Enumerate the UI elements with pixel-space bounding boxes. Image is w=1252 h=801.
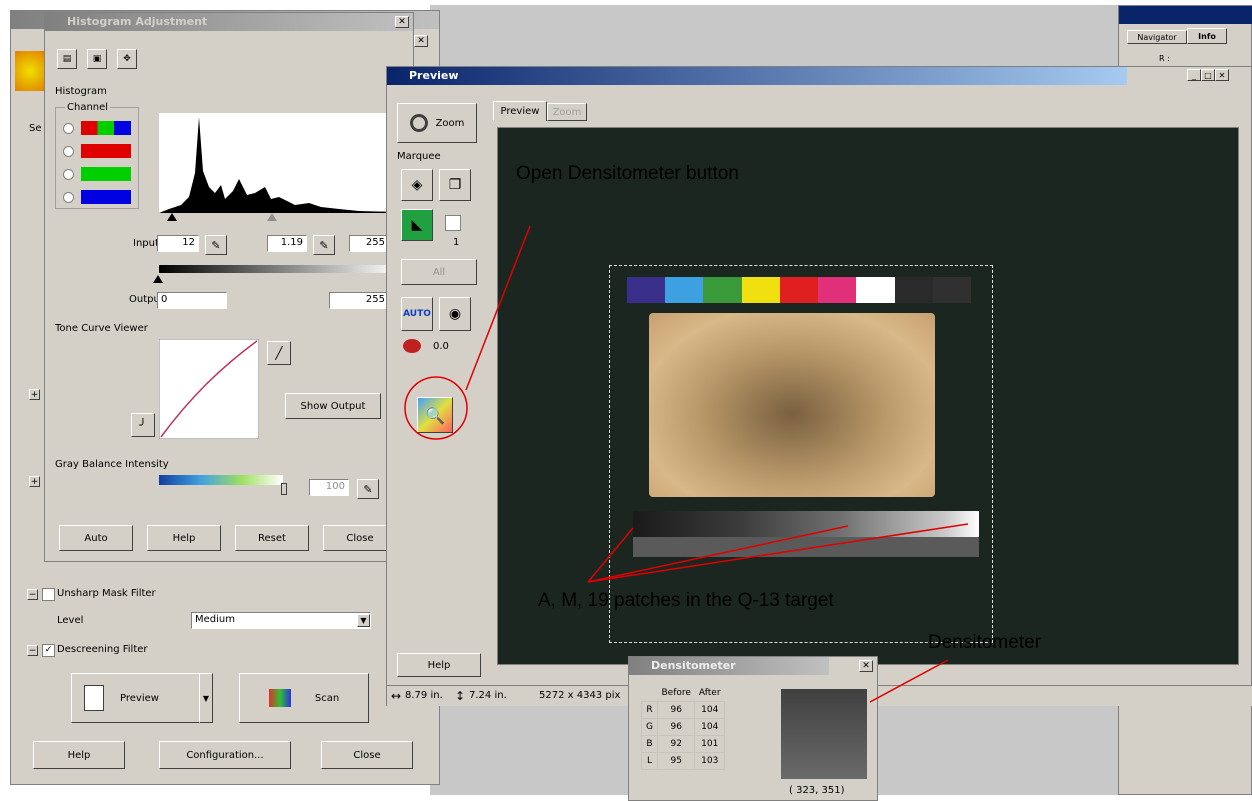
annotation-lines — [404, 225, 969, 703]
annotation-line-patch-19 — [587, 523, 969, 583]
annotation-circle-densitometer-button — [404, 376, 468, 440]
annotation-line-densitometer — [869, 659, 949, 703]
annotation-line-densitometer-button — [465, 225, 531, 391]
